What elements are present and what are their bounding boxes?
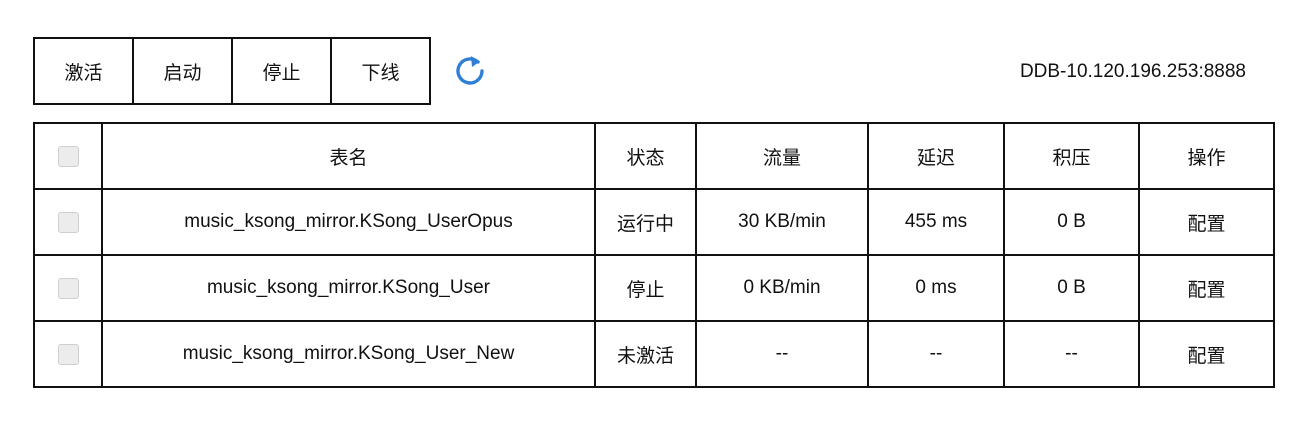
header-traffic: 流量	[695, 122, 869, 190]
status-cell: 停止	[594, 254, 697, 322]
table-name-cell: music_ksong_mirror.KSong_User_New	[101, 320, 596, 388]
backlog-cell: 0 B	[1003, 254, 1140, 322]
row-checkbox[interactable]	[57, 212, 79, 233]
configure-button[interactable]: 配置	[1138, 254, 1275, 322]
row-checkbox[interactable]	[57, 344, 79, 365]
table-header-row: 表名 状态 流量 延迟 积压 操作	[33, 122, 1275, 190]
table-row: music_ksong_mirror.KSong_UserOpus 运行中 30…	[33, 188, 1275, 256]
row-select-cell	[33, 320, 103, 388]
configure-button[interactable]: 配置	[1138, 188, 1275, 256]
table-row: music_ksong_mirror.KSong_User 停止 0 KB/mi…	[33, 254, 1275, 322]
status-cell: 未激活	[594, 320, 697, 388]
select-all-cell	[33, 122, 103, 190]
header-status: 状态	[594, 122, 697, 190]
table-row: music_ksong_mirror.KSong_User_New 未激活 --…	[33, 320, 1275, 388]
traffic-cell: 30 KB/min	[695, 188, 869, 256]
row-select-cell	[33, 188, 103, 256]
row-checkbox[interactable]	[57, 278, 79, 299]
start-button[interactable]: 启动	[132, 37, 233, 105]
select-all-checkbox[interactable]	[57, 146, 79, 167]
server-address: DDB-10.120.196.253:8888	[1019, 61, 1246, 82]
header-latency: 延迟	[867, 122, 1005, 190]
table-name-cell: music_ksong_mirror.KSong_UserOpus	[101, 188, 596, 256]
configure-button[interactable]: 配置	[1138, 320, 1275, 388]
backlog-cell: 0 B	[1003, 188, 1140, 256]
table-list: 表名 状态 流量 延迟 积压 操作 music_ksong_mirror.KSo…	[33, 122, 1275, 388]
toolbar: 激活 启动 停止 下线	[33, 37, 431, 105]
offline-button[interactable]: 下线	[330, 37, 431, 105]
header-actions: 操作	[1138, 122, 1275, 190]
backlog-cell: --	[1003, 320, 1140, 388]
activate-button[interactable]: 激活	[33, 37, 134, 105]
header-backlog: 积压	[1003, 122, 1140, 190]
traffic-cell: --	[695, 320, 869, 388]
table-name-cell: music_ksong_mirror.KSong_User	[101, 254, 596, 322]
latency-cell: 455 ms	[867, 188, 1005, 256]
latency-cell: --	[867, 320, 1005, 388]
latency-cell: 0 ms	[867, 254, 1005, 322]
refresh-icon[interactable]	[452, 52, 488, 88]
status-cell: 运行中	[594, 188, 697, 256]
stop-button[interactable]: 停止	[231, 37, 332, 105]
traffic-cell: 0 KB/min	[695, 254, 869, 322]
header-table-name: 表名	[101, 122, 596, 190]
row-select-cell	[33, 254, 103, 322]
